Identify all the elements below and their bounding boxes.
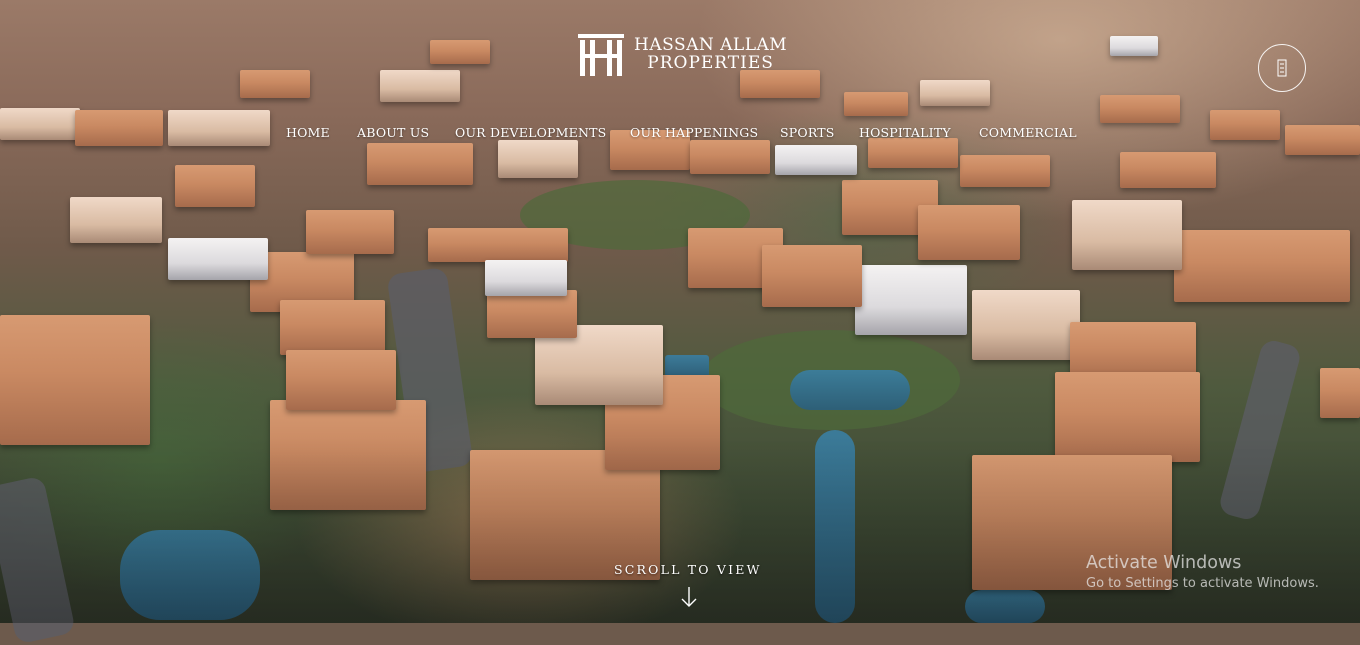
brand-logo[interactable]: HASSAN ALLAM PROPERTIES <box>576 30 796 80</box>
brand-name-line2: PROPERTIES <box>647 53 774 73</box>
activation-subtitle: Go to Settings to activate Windows. <box>1086 576 1319 591</box>
nav-item-about-us[interactable]: ABOUT US <box>357 125 429 140</box>
nav-item-hospitality[interactable]: HOSPITALITY <box>859 125 951 140</box>
hero-background-image <box>0 0 1360 645</box>
nav-item-home[interactable]: HOME <box>286 125 330 140</box>
ha-monogram-logo-icon <box>576 32 626 78</box>
arrow-down-icon[interactable] <box>680 586 698 608</box>
nav-item-commercial[interactable]: COMMERCIAL <box>979 125 1077 140</box>
menu-icon <box>1277 59 1287 77</box>
nav-item-our-developments[interactable]: OUR DEVELOPMENTS <box>455 125 606 140</box>
windows-activation-watermark: Activate Windows Go to Settings to activ… <box>1086 553 1319 591</box>
scroll-to-view-label[interactable]: SCROLL TO VIEW <box>614 562 762 577</box>
nav-item-our-happenings[interactable]: OUR HAPPENINGS <box>630 125 758 140</box>
brand-name: HASSAN ALLAM PROPERTIES <box>634 36 787 73</box>
nav-item-sports[interactable]: SPORTS <box>780 125 835 140</box>
activation-title: Activate Windows <box>1086 553 1242 573</box>
menu-button[interactable] <box>1258 44 1306 92</box>
